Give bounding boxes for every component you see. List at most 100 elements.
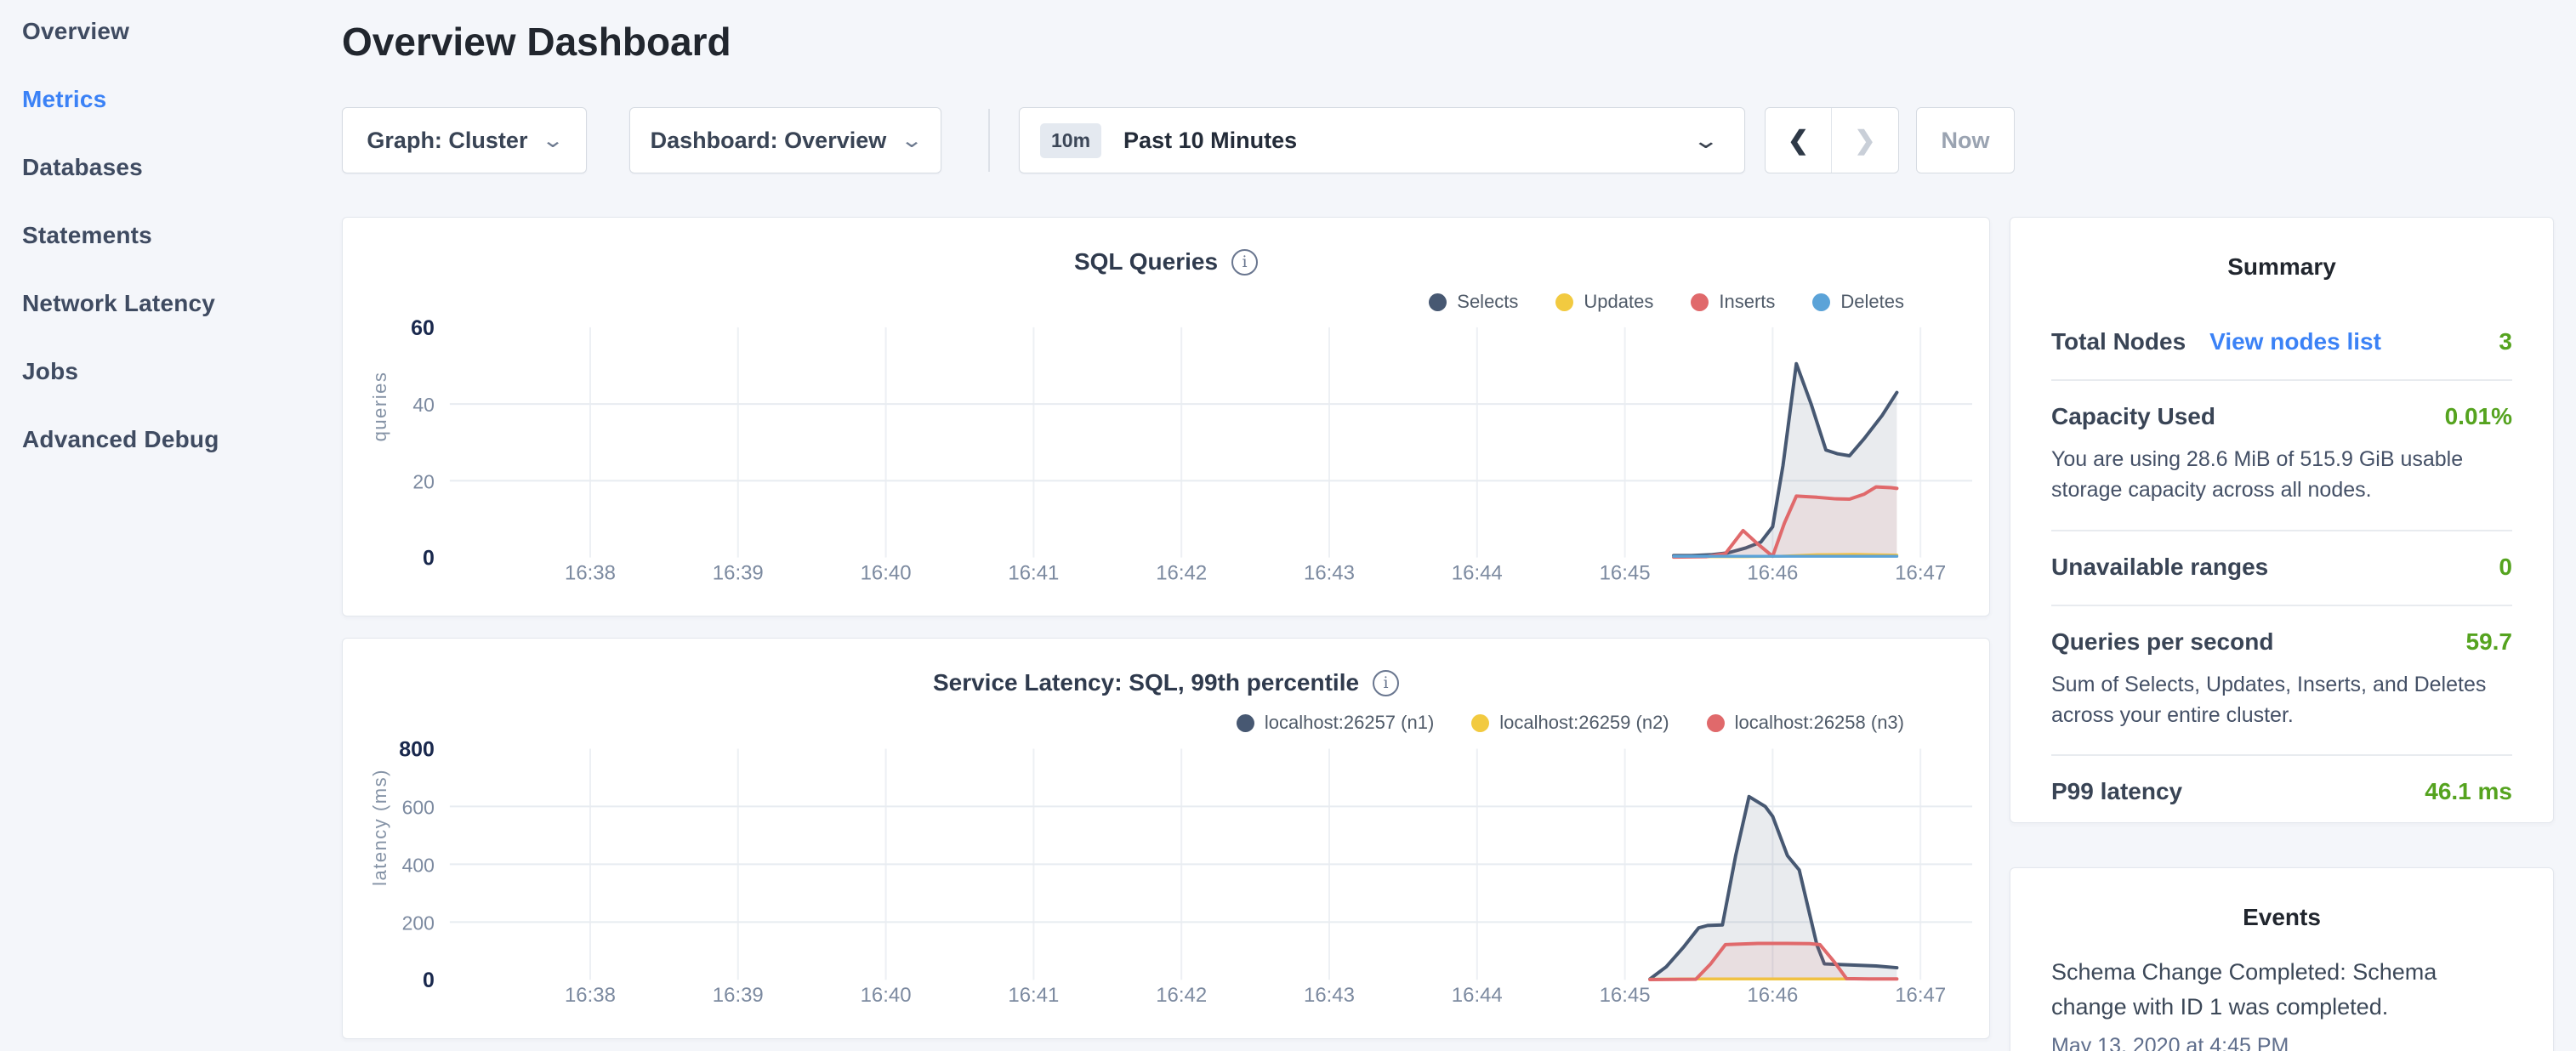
graph-dropdown-label: Graph: Cluster — [367, 128, 527, 154]
legend-label: localhost:26259 (n2) — [1499, 712, 1669, 734]
legend-dot-icon — [1555, 293, 1573, 311]
summary-label: Queries per second — [2051, 628, 2273, 656]
svg-text:200: 200 — [402, 912, 435, 934]
svg-text:20: 20 — [412, 470, 435, 492]
main-content: Overview Dashboard Graph: Cluster ⌄ Dash… — [342, 0, 1990, 1051]
svg-text:16:41: 16:41 — [1008, 984, 1059, 1007]
svg-text:16:43: 16:43 — [1304, 984, 1355, 1007]
dashboard-dropdown[interactable]: Dashboard: Overview ⌄ — [629, 107, 941, 173]
legend-item: Inserts — [1691, 291, 1775, 313]
chart-legend: Selects Updates Inserts Deletes — [1429, 291, 1904, 313]
sidebar-item-jobs[interactable]: Jobs — [22, 356, 336, 387]
svg-text:16:44: 16:44 — [1452, 984, 1503, 1007]
summary-value: 3 — [2499, 328, 2512, 355]
graph-dropdown[interactable]: Graph: Cluster ⌄ — [342, 107, 587, 173]
svg-text:16:39: 16:39 — [713, 561, 764, 584]
chevron-down-icon: ⌄ — [1692, 128, 1720, 154]
right-rail: Summary Total Nodes View nodes list 3 Ca… — [2010, 0, 2554, 1051]
legend-label: Deletes — [1840, 291, 1904, 313]
service-latency-chart: 16:3816:3916:4016:4116:4216:4316:4416:45… — [343, 639, 1989, 1038]
legend-label: Updates — [1584, 291, 1653, 313]
sidebar-item-metrics[interactable]: Metrics — [22, 84, 336, 115]
sidebar: Overview Metrics Databases Statements Ne… — [0, 0, 336, 1051]
svg-text:16:42: 16:42 — [1156, 561, 1207, 584]
sidebar-item-statements[interactable]: Statements — [22, 220, 336, 251]
svg-text:400: 400 — [402, 854, 435, 876]
summary-value: 0 — [2499, 554, 2512, 581]
svg-text:16:45: 16:45 — [1600, 561, 1651, 584]
legend-item: Updates — [1555, 291, 1653, 313]
info-icon[interactable]: i — [1231, 249, 1258, 276]
chart-title: Service Latency: SQL, 99th percentile — [933, 669, 1359, 696]
time-next-button[interactable]: ❯ — [1832, 108, 1898, 173]
legend-item: localhost:26259 (n2) — [1471, 712, 1669, 734]
svg-text:16:41: 16:41 — [1008, 561, 1059, 584]
legend-dot-icon — [1707, 714, 1725, 732]
sql-queries-chart-card: 16:3816:3916:4016:4116:4216:4316:4416:45… — [342, 217, 1990, 616]
legend-label: localhost:26258 (n3) — [1735, 712, 1904, 734]
event-item: Schema Change Completed: Schema change w… — [2010, 931, 2553, 1051]
sidebar-item-databases[interactable]: Databases — [22, 152, 336, 183]
chevron-down-icon: ⌄ — [542, 128, 565, 153]
svg-text:16:40: 16:40 — [861, 984, 912, 1007]
summary-label: Total Nodes — [2051, 328, 2186, 355]
svg-text:16:38: 16:38 — [565, 984, 616, 1007]
summary-description: Sum of Selects, Updates, Inserts, and De… — [2051, 669, 2512, 731]
sidebar-item-overview[interactable]: Overview — [22, 16, 336, 47]
dashboard-dropdown-label: Dashboard: Overview — [651, 128, 887, 154]
svg-text:16:38: 16:38 — [565, 561, 616, 584]
legend-dot-icon — [1812, 293, 1830, 311]
time-range-label: Past 10 Minutes — [1123, 128, 1297, 154]
svg-text:16:47: 16:47 — [1895, 984, 1946, 1007]
summary-value: 46.1 ms — [2425, 778, 2512, 805]
event-text: Schema Change Completed: Schema change w… — [2051, 955, 2512, 1024]
events-panel: Events Schema Change Completed: Schema c… — [2010, 867, 2554, 1051]
time-range-picker[interactable]: 10m Past 10 Minutes ⌄ — [1019, 107, 1745, 173]
summary-label: P99 latency — [2051, 778, 2182, 805]
controls-divider — [988, 109, 990, 172]
svg-text:16:44: 16:44 — [1452, 561, 1503, 584]
chart-legend: localhost:26257 (n1) localhost:26259 (n2)… — [1237, 712, 1904, 734]
summary-row-queries-per-second: Queries per second 59.7 Sum of Selects, … — [2051, 605, 2512, 755]
summary-description: You are using 28.6 MiB of 515.9 GiB usab… — [2051, 444, 2512, 506]
chart-title: SQL Queries — [1074, 248, 1218, 276]
controls-bar: Graph: Cluster ⌄ Dashboard: Overview ⌄ 1… — [342, 107, 1990, 173]
info-icon[interactable]: i — [1373, 670, 1399, 696]
chevron-down-icon: ⌄ — [901, 128, 924, 153]
svg-text:16:39: 16:39 — [713, 984, 764, 1007]
legend-item: Selects — [1429, 291, 1518, 313]
summary-title: Summary — [2010, 218, 2553, 281]
time-prev-button[interactable]: ❮ — [1766, 108, 1832, 173]
svg-text:16:40: 16:40 — [861, 561, 912, 584]
legend-dot-icon — [1237, 714, 1254, 732]
view-nodes-list-link[interactable]: View nodes list — [2209, 328, 2381, 355]
summary-label: Capacity Used — [2051, 403, 2215, 430]
svg-text:0: 0 — [423, 547, 435, 571]
legend-label: Selects — [1457, 291, 1518, 313]
legend-label: localhost:26257 (n1) — [1265, 712, 1434, 734]
now-button[interactable]: Now — [1916, 107, 2015, 173]
y-axis-label: latency (ms) — [369, 769, 391, 886]
sql-queries-chart: 16:3816:3916:4016:4116:4216:4316:4416:45… — [343, 218, 1989, 616]
legend-dot-icon — [1429, 293, 1447, 311]
legend-item: localhost:26258 (n3) — [1707, 712, 1904, 734]
page-title: Overview Dashboard — [342, 19, 731, 65]
svg-text:0: 0 — [423, 969, 435, 992]
sidebar-item-advanced-debug[interactable]: Advanced Debug — [22, 424, 336, 455]
event-timestamp: May 13, 2020 at 4:45 PM — [2051, 1034, 2512, 1051]
summary-panel: Summary Total Nodes View nodes list 3 Ca… — [2010, 217, 2554, 823]
legend-item: localhost:26257 (n1) — [1237, 712, 1434, 734]
summary-row-unavailable-ranges: Unavailable ranges 0 — [2051, 530, 2512, 605]
svg-text:16:46: 16:46 — [1747, 561, 1798, 584]
time-range-badge: 10m — [1040, 123, 1101, 158]
legend-label: Inserts — [1719, 291, 1775, 313]
summary-row-p99-latency: P99 latency 46.1 ms — [2051, 754, 2512, 829]
summary-row-capacity-used: Capacity Used 0.01% You are using 28.6 M… — [2051, 379, 2512, 530]
svg-text:40: 40 — [412, 394, 435, 416]
svg-text:16:47: 16:47 — [1895, 561, 1946, 584]
svg-text:16:45: 16:45 — [1600, 984, 1651, 1007]
summary-value: 59.7 — [2466, 628, 2513, 656]
summary-value: 0.01% — [2445, 403, 2512, 430]
sidebar-item-network-latency[interactable]: Network Latency — [22, 288, 336, 319]
time-stepper: ❮ ❯ — [1765, 107, 1899, 173]
